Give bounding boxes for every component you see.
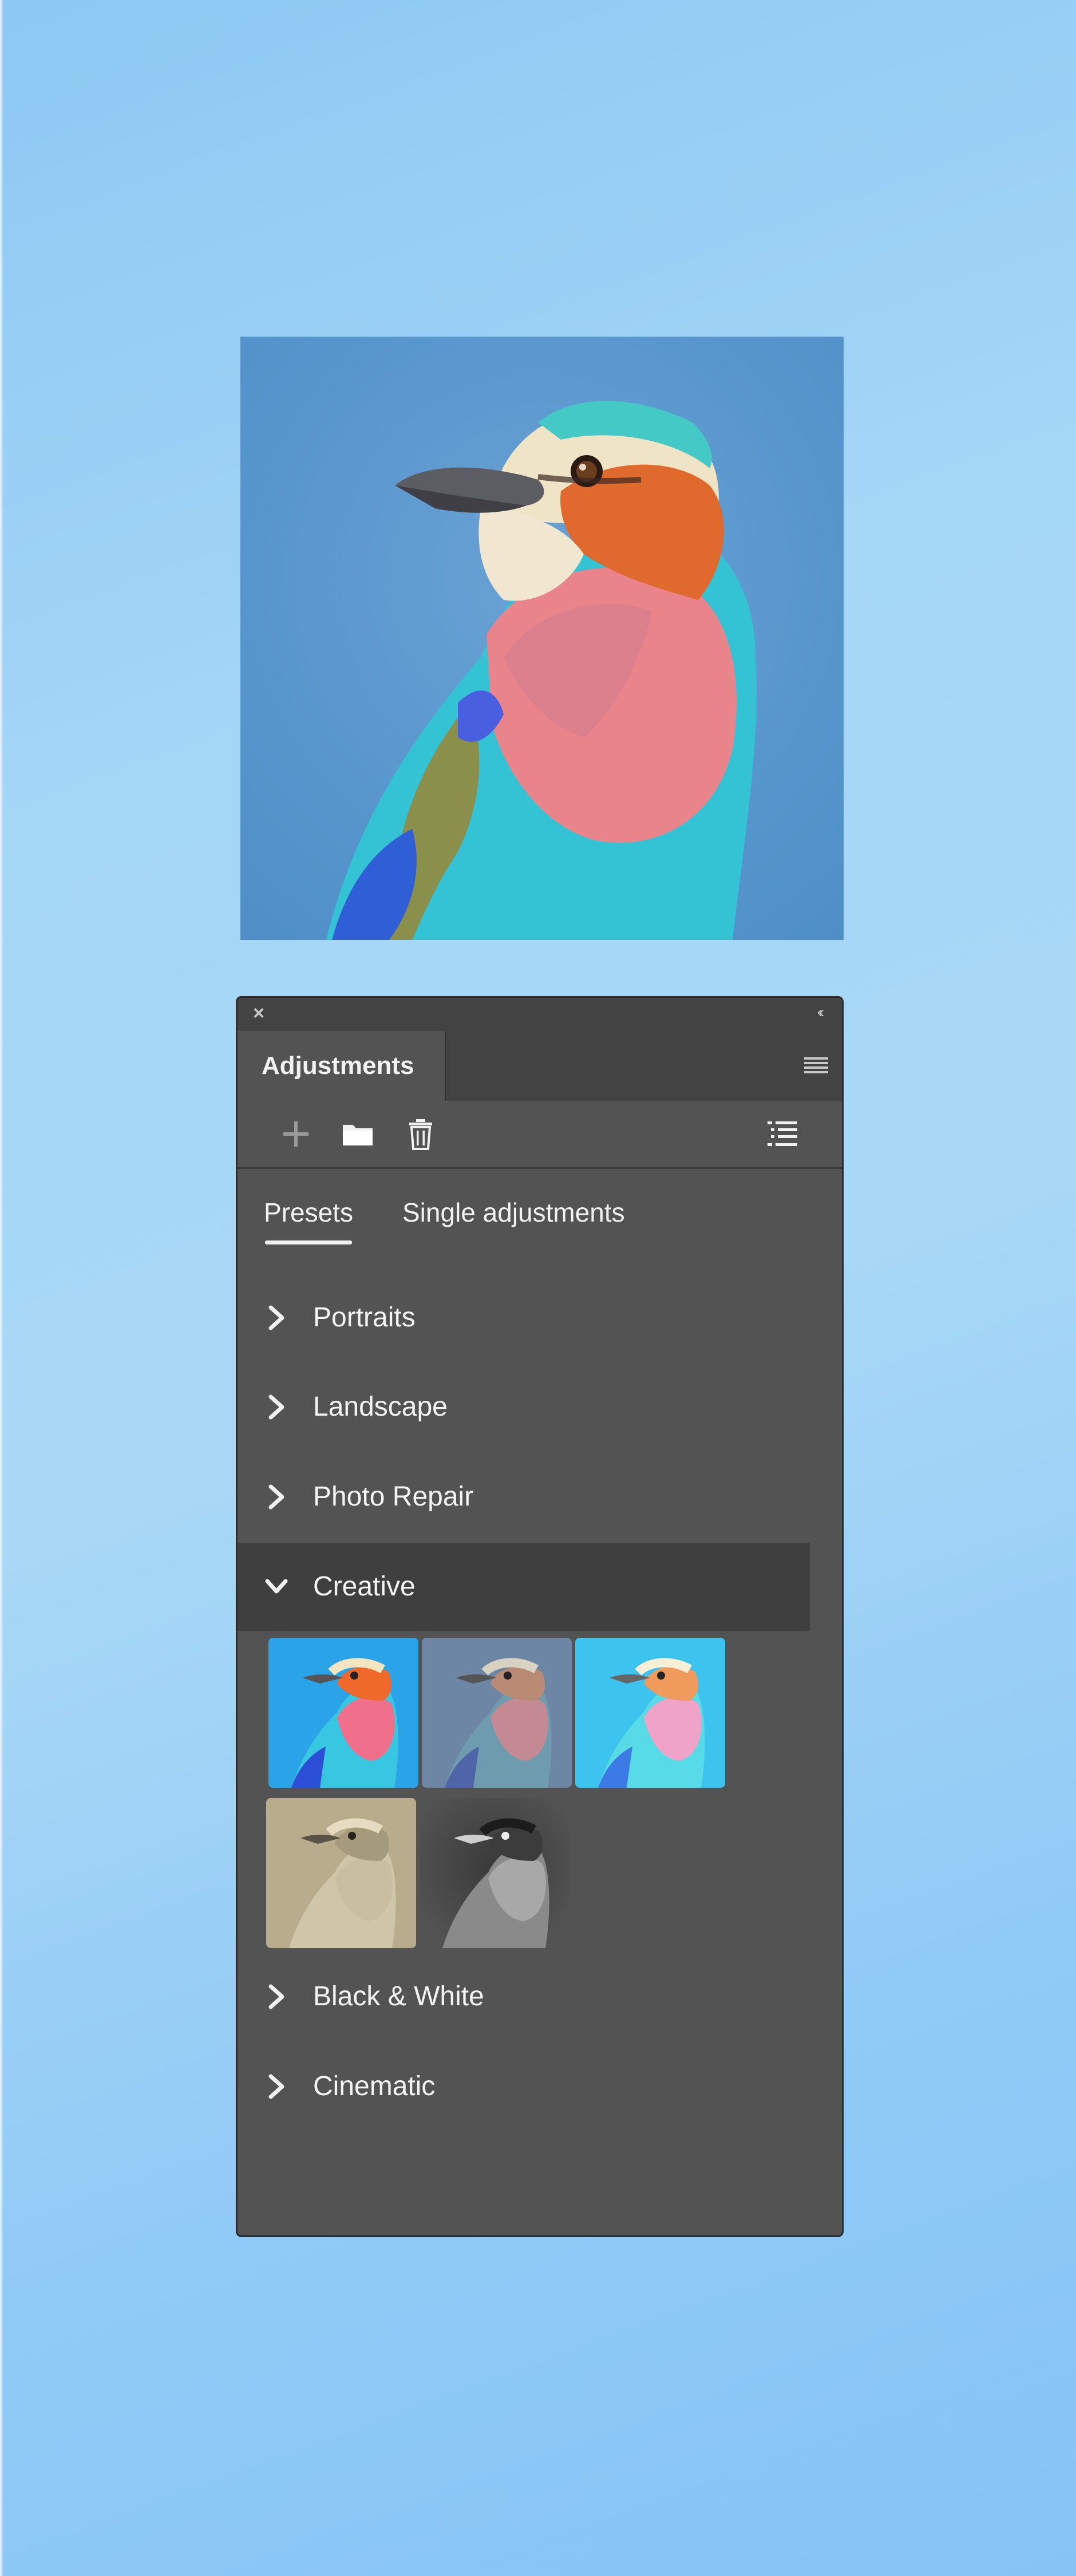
category-label: Portraits (313, 1302, 416, 1333)
category-creative[interactable]: Creative (238, 1543, 810, 1631)
active-tab-indicator (265, 1240, 352, 1244)
panel-menu-icon[interactable] (803, 1054, 829, 1077)
canvas-background: × ‹‹ Adjustments Presets Single adjustme… (0, 0, 1076, 2576)
category-black-and-white[interactable]: Black & White (238, 1953, 810, 2041)
category-label: Creative (313, 1571, 416, 1602)
chevron-right-icon (268, 1984, 284, 2009)
bird-photo (240, 337, 844, 940)
list-view-icon[interactable] (765, 1117, 800, 1151)
trash-icon[interactable] (404, 1117, 438, 1151)
preset-thumbnail-bright[interactable] (575, 1638, 725, 1788)
category-label: Landscape (313, 1392, 448, 1422)
panel-toolbar (238, 1101, 842, 1169)
chevron-down-icon (265, 1579, 288, 1594)
category-label: Photo Repair (313, 1481, 474, 1512)
adjustments-panel: × ‹‹ Adjustments Presets Single adjustme… (236, 996, 844, 2237)
panel-titlebar: × ‹‹ (238, 998, 842, 1032)
preset-thumbnail-muted[interactable] (422, 1638, 572, 1788)
category-cinematic[interactable]: Cinematic (238, 2042, 810, 2131)
category-label: Black & White (313, 1981, 484, 2012)
preset-thumbnail-sepia[interactable] (266, 1798, 416, 1948)
chevron-right-icon (268, 1305, 284, 1330)
subtab-bar: Presets Single adjustments (238, 1168, 842, 1250)
folder-icon[interactable] (341, 1117, 375, 1151)
tab-single-adjustments[interactable]: Single adjustments (402, 1197, 625, 1228)
tab-presets[interactable]: Presets (264, 1197, 353, 1228)
close-icon[interactable]: × (249, 1003, 268, 1023)
left-edge (0, 0, 3, 2576)
chevron-right-icon (268, 1394, 284, 1420)
preset-thumbnail-black-and-white[interactable] (420, 1798, 569, 1948)
panel-title: Adjustments (262, 1052, 414, 1080)
double-chevron-left-icon[interactable]: ‹‹ (808, 1002, 830, 1022)
chevron-right-icon (268, 2074, 284, 2099)
panel-tab-bar: Adjustments (238, 1031, 842, 1103)
chevron-right-icon (268, 1484, 284, 1510)
tab-adjustments[interactable]: Adjustments (238, 1031, 446, 1101)
category-portraits[interactable]: Portraits (238, 1274, 810, 1362)
plus-icon[interactable] (279, 1117, 313, 1151)
category-landscape[interactable]: Landscape (238, 1363, 810, 1451)
category-label: Cinematic (313, 2071, 436, 2101)
category-photo-repair[interactable]: Photo Repair (238, 1453, 810, 1541)
preset-thumbnail-vivid[interactable] (268, 1638, 418, 1788)
